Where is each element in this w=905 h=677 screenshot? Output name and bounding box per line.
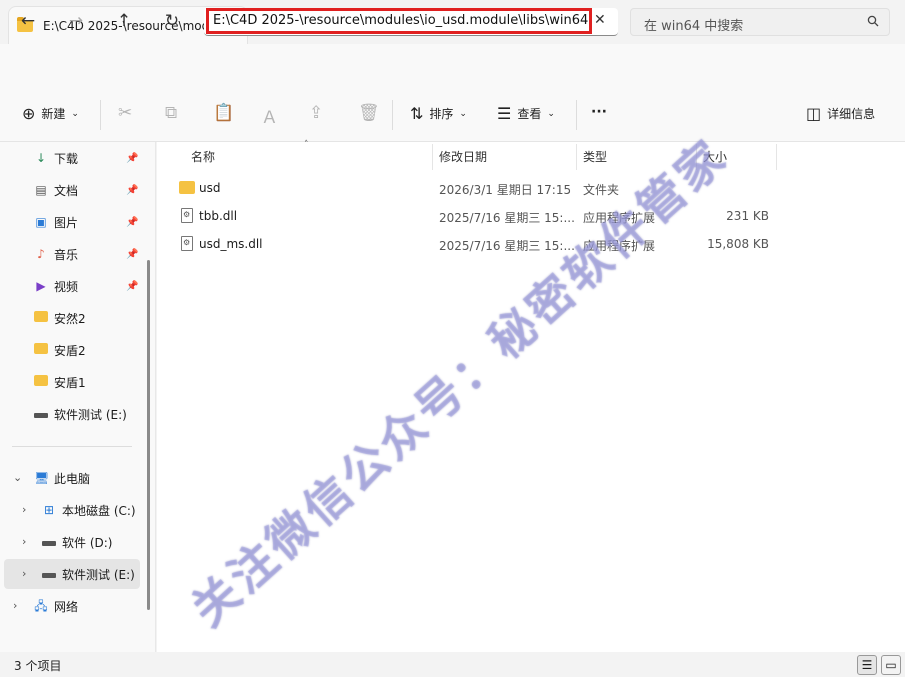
details-view-icon[interactable]: ☰ [857,655,877,675]
file-modified: 2026/3/1 星期日 17:15 [439,183,572,197]
folder-icon [34,311,48,325]
more-options-button[interactable]: ··· [591,104,607,120]
drive-icon [42,535,56,549]
copy-icon[interactable]: ⧉ [165,103,177,123]
toolbar-divider [392,100,393,130]
up-button[interactable]: ↑ [110,8,138,34]
dll-file-icon [181,236,193,251]
file-name: tbb.dll [199,209,238,223]
address-input[interactable]: E:\C4D 2025-\resource\modules\io_usd.mod… [213,13,588,28]
delete-icon[interactable]: 🗑 [358,103,380,123]
sidebar-item-label: 软件测试 (E:) [54,407,127,422]
network-icon: 🖧 [34,599,48,613]
address-clear-icon[interactable]: ✕ [594,12,606,28]
pin-icon[interactable]: 📌 [126,153,138,164]
details-pane-button[interactable]: ◫ 详细信息 [806,104,875,123]
column-header-modified[interactable]: 修改日期 [439,148,487,165]
column-divider[interactable] [576,144,577,170]
new-label: 新建 [41,107,66,121]
sort-button[interactable]: ⇅ 排序 ⌄ [410,104,467,123]
chevron-down-icon: ⌄ [547,108,555,119]
sidebar-divider [12,446,132,447]
details-label: 详细信息 [827,107,876,121]
table-row[interactable]: usd_ms.dll 2025/7/16 星期三 15:... 应用程序扩展 1… [175,230,775,258]
sidebar-item-label: 音乐 [54,247,79,262]
sidebar-item-label: 下载 [54,151,79,166]
sort-ascending-icon: ˄ [304,140,309,150]
chevron-right-icon[interactable]: › [22,503,26,516]
drive-icon [42,567,56,581]
pin-icon[interactable]: 📌 [126,217,138,228]
file-name: usd [199,181,221,195]
status-bar [0,652,905,677]
chevron-right-icon[interactable]: › [22,567,26,580]
music-icon: ♪ [37,247,45,261]
download-icon: ↓ [35,151,47,165]
file-size: 231 KB [726,209,769,223]
item-count: 3 个项目 [14,659,62,673]
toolbar-divider [576,100,577,130]
tiles-view-icon[interactable]: ▭ [881,655,901,675]
sidebar-item-label: 软件 (D:) [62,535,113,550]
cut-icon[interactable]: ✂ [118,103,132,123]
pin-icon[interactable]: 📌 [126,281,138,292]
computer-icon: 🖥 [34,471,50,485]
chevron-down-icon: ⌄ [459,108,467,119]
pin-icon[interactable]: 📌 [126,185,138,196]
sidebar-item-label: 安盾1 [54,375,86,390]
search-input[interactable]: 在 win64 中搜索 [644,15,743,34]
sort-icon: ⇅ [410,104,424,123]
video-icon: ▶ [36,279,46,293]
forward-button[interactable]: → [62,8,90,34]
chevron-down-icon[interactable]: ⌄ [13,471,22,484]
column-header-name[interactable]: 名称 [191,148,215,165]
sidebar-item-label: 视频 [54,279,79,294]
sidebar-item-label: 此电脑 [54,471,91,486]
column-header-type[interactable]: 类型 [583,148,607,165]
sidebar-item-label: 软件测试 (E:) [62,567,135,582]
plus-circle-icon: ⊕ [22,104,36,123]
share-icon[interactable]: ⇪ [309,103,323,123]
refresh-button[interactable]: ↻ [158,8,186,34]
search-icon[interactable] [867,15,879,27]
back-button[interactable]: ← [14,8,42,34]
view-list-icon: ☰ [497,104,512,123]
rename-icon[interactable]: Ａ [261,103,278,128]
file-modified: 2025/7/16 星期三 15:... [439,211,575,225]
chevron-down-icon: ⌄ [71,108,79,119]
sidebar-item-label: 图片 [54,215,79,230]
dll-file-icon [181,208,193,223]
chevron-right-icon[interactable]: › [22,535,26,548]
view-label: 查看 [517,107,542,121]
new-button[interactable]: ⊕ 新建 ⌄ [22,104,79,123]
windows-drive-icon: ⊞ [43,503,55,517]
sidebar-scrollbar[interactable] [147,260,150,610]
sort-label: 排序 [429,107,454,121]
file-size: 15,808 KB [707,237,769,251]
column-divider[interactable] [432,144,433,170]
drive-icon [34,407,48,421]
document-icon: ▤ [35,183,47,197]
pin-icon[interactable]: 📌 [126,249,138,260]
sidebar-item-label: 安然2 [54,311,86,326]
sidebar-item-label: 本地磁盘 (C:) [62,503,136,518]
folder-icon [34,343,48,357]
picture-icon: ▣ [35,215,47,229]
toolbar-divider [100,100,101,130]
navigation-bar [0,44,905,86]
folder-icon [179,181,195,194]
chevron-right-icon[interactable]: › [13,599,17,612]
sidebar-item-label: 文档 [54,183,79,198]
paste-icon[interactable]: 📋 [213,103,234,123]
details-pane-icon: ◫ [806,104,822,123]
file-name: usd_ms.dll [199,237,263,251]
folder-icon [34,375,48,389]
sidebar-item-label: 网络 [54,599,79,614]
sidebar-item-label: 安盾2 [54,343,86,358]
column-divider[interactable] [776,144,777,170]
view-button[interactable]: ☰ 查看 ⌄ [497,104,555,123]
